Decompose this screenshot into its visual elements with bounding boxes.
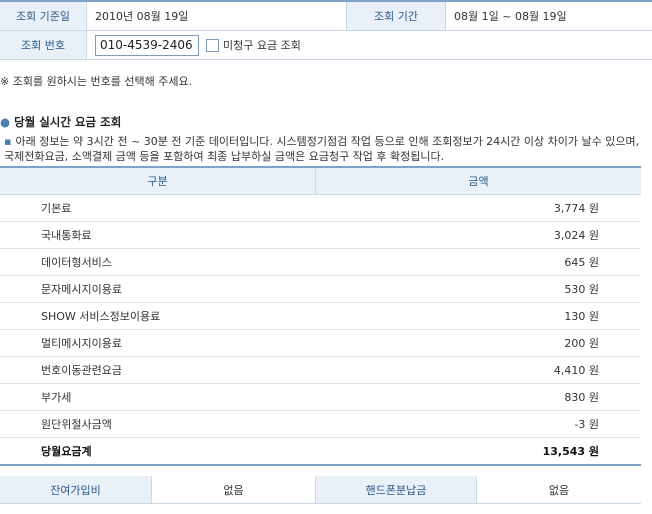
phone-installment-label: 핸드폰분납금 (316, 476, 477, 503)
unbilled-checkbox[interactable] (206, 38, 219, 52)
charge-amount: 530 원 (564, 283, 599, 296)
charge-item: 부가세 (41, 391, 72, 404)
total-row: 당월요금계 13,543 원 (0, 438, 641, 466)
charges-header: 구분 금액 (0, 168, 641, 195)
charge-item: 원단위절사금액 (41, 418, 112, 431)
charge-amount: 3,774 원 (553, 202, 599, 215)
query-date-label: 조회 기준일 (0, 2, 87, 30)
query-info-table: 조회 기준일 2010년 08월 19일 조회 기간 08월 1일 ~ 08월 … (0, 0, 652, 60)
charges-header-amount: 금액 (468, 175, 489, 188)
query-info-row-date: 조회 기준일 2010년 08월 19일 조회 기간 08월 1일 ~ 08월 … (0, 2, 652, 31)
charge-amount: 4,410 원 (553, 364, 599, 377)
phone-installment-value: 없음 (548, 483, 570, 497)
charge-amount: 645 원 (564, 256, 599, 269)
phone-number-select[interactable]: 010-4539-2406 (95, 34, 199, 56)
charges-table: 구분 금액 기본료 3,774 원 국내통화료 3,024 원 데이터형서비스 … (0, 166, 641, 466)
table-row: 번호이동관련요금 4,410 원 (0, 357, 641, 384)
total-label: 당월요금계 (41, 445, 92, 458)
table-row: 기본료 3,774 원 (0, 195, 641, 222)
charge-item: SHOW 서비스정보이용료 (41, 310, 161, 323)
table-row: 원단위절사금액 -3 원 (0, 411, 641, 438)
unbilled-checkbox-label[interactable]: 미청구 요금 조회 (223, 37, 301, 53)
table-row: 멀티메시지이용료 200 원 (0, 330, 641, 357)
charge-amount: 130 원 (564, 310, 599, 323)
remaining-fees-table: 잔여가입비 없음 핸드폰분납금 없음 (0, 476, 641, 504)
query-date-value: 2010년 08월 19일 (87, 2, 347, 30)
charge-amount: 3,024 원 (553, 229, 599, 242)
charge-item: 데이터형서비스 (41, 256, 112, 269)
query-number-cell: 010-4539-2406 미청구 요금 조회 (87, 31, 652, 59)
section-bullet-icon: ● (0, 115, 11, 129)
charge-item: 멀티메시지이용료 (41, 337, 122, 350)
description-text: 아래 정보는 약 3시간 전 ~ 30분 전 기준 데이터입니다. 시스템정기점… (4, 135, 640, 163)
query-period-value: 08월 1일 ~ 08월 19일 (454, 10, 567, 23)
remaining-joining-fee-value: 없음 (152, 476, 316, 503)
charge-item: 문자메시지이용료 (41, 283, 122, 296)
section-title: ● 당월 실시간 요금 조회 (0, 114, 121, 130)
charge-amount: -3 원 (574, 418, 599, 431)
charge-amount: 830 원 (564, 391, 599, 404)
charge-item: 기본료 (41, 202, 72, 215)
charges-header-item: 구분 (0, 168, 316, 194)
select-number-note: ※ 조회를 원하시는 번호를 선택해 주세요. (0, 75, 193, 88)
charge-item: 번호이동관련요금 (41, 364, 122, 377)
query-number-label: 조회 번호 (0, 31, 87, 59)
description-bullet-icon: ▪ (4, 135, 12, 148)
table-row: 국내통화료 3,024 원 (0, 222, 641, 249)
table-row: SHOW 서비스정보이용료 130 원 (0, 303, 641, 330)
section-title-text: 당월 실시간 요금 조회 (14, 115, 122, 129)
table-row: 문자메시지이용료 530 원 (0, 276, 641, 303)
description: ▪ 아래 정보는 약 3시간 전 ~ 30분 전 기준 데이터입니다. 시스템정기… (4, 134, 650, 164)
total-amount: 13,543 원 (542, 445, 599, 458)
table-row: 데이터형서비스 645 원 (0, 249, 641, 276)
charge-item: 국내통화료 (41, 229, 92, 242)
charge-amount: 200 원 (564, 337, 599, 350)
query-info-row-number: 조회 번호 010-4539-2406 미청구 요금 조회 (0, 31, 652, 60)
remaining-joining-fee-label: 잔여가입비 (0, 476, 152, 503)
table-row: 부가세 830 원 (0, 384, 641, 411)
query-period-label: 조회 기간 (347, 2, 446, 30)
